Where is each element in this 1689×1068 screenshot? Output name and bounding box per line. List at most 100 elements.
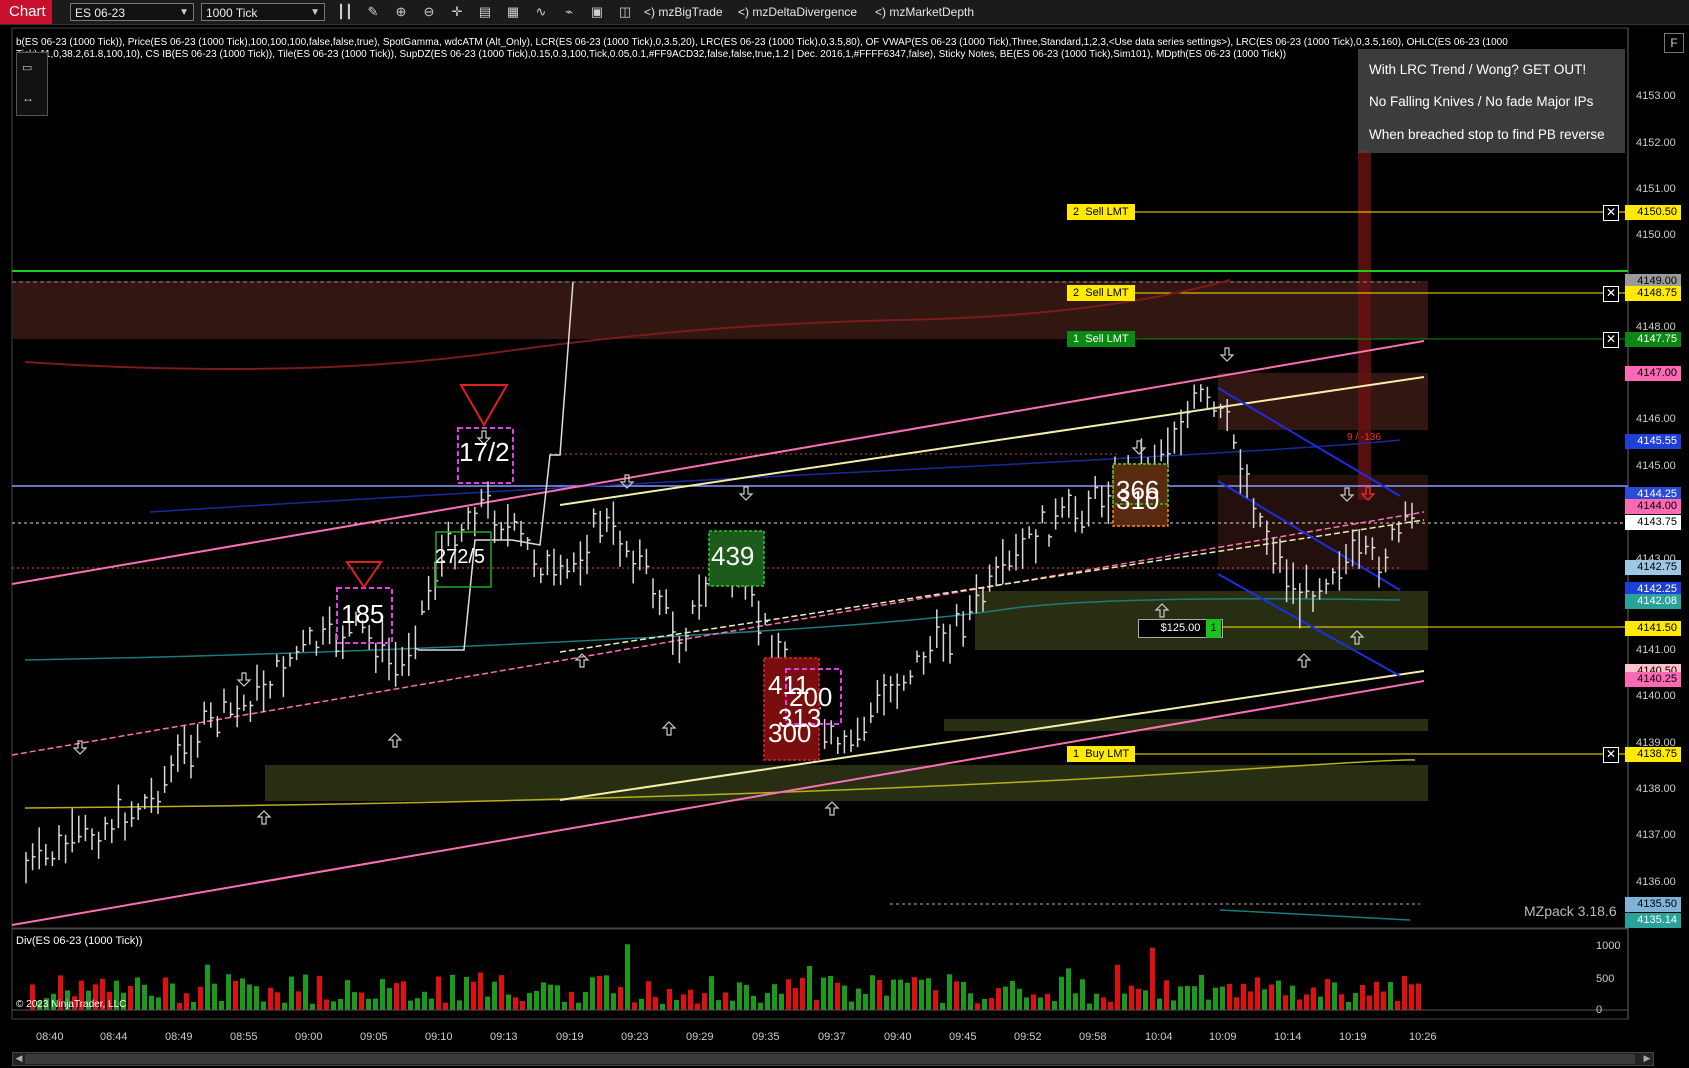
order-qty: 2 [1073,287,1080,299]
div-bar [506,994,511,1010]
div-bar [492,981,497,1010]
cancel-order-icon[interactable]: ✕ [1603,332,1619,348]
div-bar [674,999,679,1010]
arrow-up-icon [256,810,272,825]
x-tick: 09:29 [686,1031,714,1043]
y-tick: 4141.00 [1636,644,1676,656]
div-bar [170,983,175,1010]
div-bar [289,976,294,1010]
div-bar [380,979,385,1010]
div-bar [723,992,728,1010]
div-bar [1052,1001,1057,1010]
div-bar [611,993,616,1010]
position-qty[interactable]: 1 [1206,619,1221,638]
price-marker-label: 4135.50 [1625,897,1681,912]
div-bar [562,1001,567,1010]
div-bar [870,975,875,1010]
order-qty: 2 [1073,206,1080,218]
sticky-note[interactable]: With LRC Trend / Wong? GET OUT! No Falli… [1358,49,1625,153]
div-bar [1346,1001,1351,1010]
div-axis-tick: 1000 [1596,940,1621,952]
div-bar [877,979,882,1010]
div-bar [835,982,840,1010]
div-bar [310,1003,315,1010]
scroll-left-icon[interactable]: ◀ [13,1052,25,1064]
div-bar [1115,964,1120,1010]
copyright: © 2023 NinjaTrader, LLC [16,999,127,1010]
div-bar [338,999,343,1010]
y-tick: 4150.00 [1636,229,1676,241]
div-bar [583,992,588,1010]
div-bar [268,987,273,1010]
price-marker-label: 4141.50 [1625,621,1681,636]
price-marker-label: 4150.50 [1625,205,1681,220]
arrow-up-icon [824,801,840,816]
div-bar [716,1000,721,1010]
y-tick: 4146.00 [1636,413,1676,425]
note-line-3: When breached stop to find PB reverse [1369,127,1605,142]
div-bar [520,1000,525,1010]
div-bar [331,1001,336,1010]
div-bar [1108,1001,1113,1010]
price-marker-label: 4144.00 [1625,499,1681,514]
div-bar [541,982,546,1010]
div-bar [639,998,644,1010]
scroll-right-icon[interactable]: ▶ [1641,1052,1653,1064]
x-tick: 10:26 [1409,1031,1437,1043]
div-bar [653,997,658,1010]
div-bar [737,982,742,1010]
cancel-order-icon[interactable]: ✕ [1603,205,1619,221]
order-qty: 1 [1073,333,1080,345]
div-bar [604,975,609,1010]
div-bar [429,998,434,1010]
note-line-1: With LRC Trend / Wong? GET OUT! [1369,62,1587,77]
div-bar [968,993,973,1010]
div-bar [786,979,791,1010]
div-bar [1143,990,1148,1010]
div-bar [1094,993,1099,1010]
order-tag-sell-1[interactable]: 2 Sell LMT [1067,204,1135,220]
y-tick: 4153.00 [1636,90,1676,102]
x-tick: 08:55 [230,1031,258,1043]
mini-toolbox: ▭ ↔ [16,52,48,116]
ruler-icon[interactable]: ▭ [22,61,32,74]
div-bar [807,966,812,1010]
div-bar [275,992,280,1010]
scroll-thumb[interactable] [25,1054,1635,1064]
horizontal-scrollbar[interactable]: ◀ ▶ [12,1052,1654,1066]
div-bar [1241,983,1246,1010]
tile-label: 17/2 [459,437,510,467]
div-bar [296,991,301,1010]
div-bar [1276,980,1281,1010]
div-bar [1157,998,1162,1010]
div-bar [1171,1000,1176,1010]
signal-bar [1358,150,1371,500]
price-chart[interactable] [0,0,1689,1068]
div-bar [1087,1003,1092,1010]
cancel-order-icon[interactable]: ✕ [1603,286,1619,302]
cancel-order-icon[interactable]: ✕ [1603,747,1619,763]
resize-arrows-icon[interactable]: ↔ [22,91,34,105]
order-tag-buy-1[interactable]: 1 Buy LMT [1067,746,1136,762]
f-button[interactable]: F [1664,33,1684,53]
div-bar [765,993,770,1010]
y-tick: 4140.00 [1636,690,1676,702]
div-bar [408,1000,413,1010]
div-bar [1017,988,1022,1010]
div-bar [1199,974,1204,1010]
div-bar [212,983,217,1010]
order-tag-sell-2[interactable]: 2 Sell LMT [1067,285,1135,301]
div-bar [1269,984,1274,1010]
indicator-info-line: b(ES 06-23 (1000 Tick)), Price(ES 06-23 … [16,37,1508,60]
div-bar [142,984,147,1010]
div-bar [240,978,245,1010]
x-tick: 09:23 [621,1031,649,1043]
div-bar [198,986,203,1010]
order-tag-sell-3[interactable]: 1 Sell LMT [1067,331,1135,347]
div-bar [695,1003,700,1010]
div-bar [464,976,469,1010]
div-bar [191,1002,196,1010]
tile-label: 310 [1116,485,1160,515]
order-type: Buy LMT [1085,748,1130,760]
div-bar [534,990,539,1010]
